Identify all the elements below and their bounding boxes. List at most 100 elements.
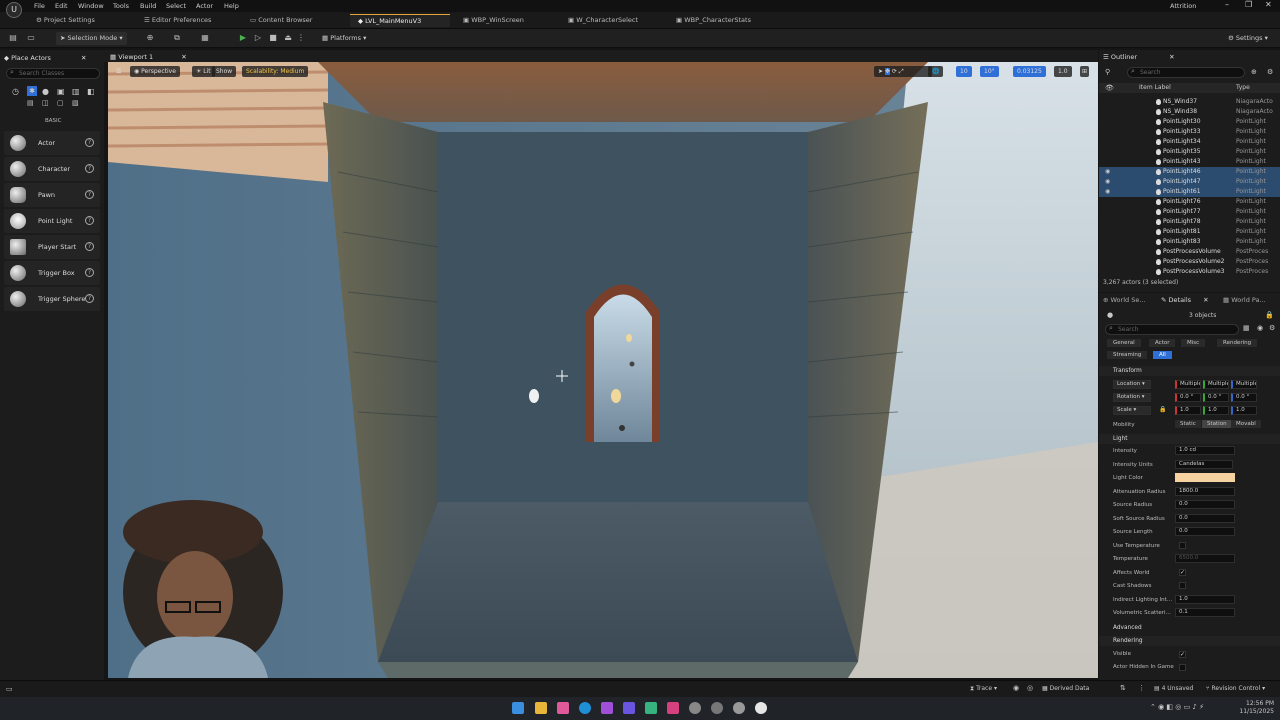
help-icon[interactable]: ? [85, 294, 94, 303]
settings-gear-icon[interactable]: ⚙ [1267, 68, 1273, 76]
help-icon[interactable]: ? [85, 138, 94, 147]
rotation-y[interactable]: 0.0 ° [1203, 393, 1229, 402]
revision-control-button[interactable]: ⑂ Revision Control ▾ [1206, 685, 1265, 692]
menu-edit[interactable]: Edit [55, 2, 68, 10]
minimize-icon[interactable]: – [1225, 0, 1229, 9]
outliner-row[interactable]: PointLight33 PointLight [1099, 127, 1280, 137]
play-icon[interactable]: ▶ [238, 33, 248, 43]
platforms-button[interactable]: ▦ Platforms ▾ [318, 32, 370, 45]
eye-icon[interactable]: ◉ [1257, 324, 1263, 332]
location-y[interactable]: Multiple [1203, 380, 1229, 389]
app-icon[interactable] [733, 702, 745, 714]
scalability-button[interactable]: Scalability: Medium [242, 66, 309, 77]
add-actor-icon[interactable]: ⊕ [145, 33, 155, 43]
light-color-swatch[interactable] [1175, 473, 1235, 482]
property-value[interactable]: 6500.0 [1175, 554, 1235, 563]
property-value[interactable]: 0.0 [1175, 527, 1235, 536]
filter-icon[interactable]: ⚲ [1105, 68, 1110, 76]
level-viewport[interactable]: ☰ ◉ Perspective ☀ Lit Show Scalability: … [108, 62, 1098, 678]
blueprint-icon[interactable]: ⧉ [172, 33, 182, 43]
mobility-static[interactable]: Static [1175, 420, 1201, 428]
stop-icon[interactable]: ■ [268, 33, 278, 43]
property-checkbox[interactable] [1179, 582, 1186, 589]
basic-icon[interactable]: ✱ [27, 86, 37, 96]
filter-misc[interactable]: Misc [1181, 339, 1206, 347]
cinematic-icon[interactable]: ▣ [57, 87, 65, 96]
unreal-engine-icon[interactable] [755, 702, 767, 714]
tab-level[interactable]: ◆ LVL_MainMenuV3 [350, 14, 450, 27]
property-checkbox[interactable] [1179, 541, 1186, 549]
selection-mode-button[interactable]: ➤ Selection Mode ▾ [56, 32, 127, 45]
visible-checkbox[interactable]: ✓ [1179, 651, 1186, 658]
help-icon[interactable]: ? [85, 216, 94, 225]
place-player-start-item[interactable]: Player Start? [4, 235, 100, 259]
menu-build[interactable]: Build [140, 2, 156, 10]
source-control-icon[interactable]: ⇅ [1120, 684, 1126, 692]
show-button[interactable]: Show [212, 66, 237, 77]
close-icon[interactable]: ✕ [1265, 0, 1272, 9]
outliner-row[interactable]: NS_Wind38 NiagaraActo [1099, 107, 1280, 117]
close-icon[interactable]: ✕ [81, 54, 86, 62]
outliner-row[interactable]: PointLight83 PointLight [1099, 237, 1280, 247]
place-character-item[interactable]: Character? [4, 157, 100, 181]
file-explorer-icon[interactable] [535, 702, 547, 714]
unsaved-button[interactable]: ▤ 4 Unsaved [1154, 685, 1193, 692]
tab-w-characterselect[interactable]: ▣ W_CharacterSelect [560, 14, 646, 27]
outliner-row[interactable]: PointLight43 PointLight [1099, 157, 1280, 167]
volumes-icon[interactable]: ▤ [27, 99, 34, 107]
recent-icon[interactable]: ◷ [12, 87, 19, 96]
outliner-row[interactable]: ◉ PointLight47 PointLight [1099, 177, 1280, 187]
place-point-light-item[interactable]: Point Light? [4, 209, 100, 233]
rotation-dropdown[interactable]: Rotation ▾ [1113, 393, 1151, 402]
tab-wbp-characterstats[interactable]: ▣ WBP_CharacterStats [668, 14, 759, 27]
more-options-icon[interactable]: ⋮ [296, 33, 306, 43]
app-icon[interactable] [711, 702, 723, 714]
place-pawn-item[interactable]: Pawn? [4, 183, 100, 207]
clock-time[interactable]: 12:56 PM [1238, 700, 1274, 707]
place-actor-item[interactable]: Actor? [4, 131, 100, 155]
shapes-icon[interactable]: ◫ [42, 99, 49, 107]
scale-x[interactable]: 1.0 [1175, 406, 1201, 415]
column-type[interactable]: Type [1236, 84, 1250, 91]
camera-speed-button[interactable]: 1.0 [1054, 66, 1072, 77]
app-icon[interactable] [667, 702, 679, 714]
property-value[interactable]: 1.0 [1175, 594, 1235, 604]
outliner-row[interactable]: ◉ PointLight61 PointLight [1099, 187, 1280, 197]
property-value[interactable]: 0.1 [1175, 608, 1235, 617]
outliner-row[interactable]: PointLight76 PointLight [1099, 197, 1280, 207]
maximize-icon[interactable]: ❐ [1245, 0, 1252, 9]
tray-icons[interactable]: ⌃ ◉ ◧ ◎ ▭ ♪ ⚡ [1150, 703, 1204, 711]
section-rendering[interactable]: Rendering [1099, 636, 1280, 646]
clock-date[interactable]: 11/15/2025 [1238, 708, 1274, 715]
location-x[interactable]: Multiple [1175, 380, 1201, 389]
tab-details[interactable]: ✎ Details ✕ [1161, 294, 1209, 306]
menu-tools[interactable]: Tools [113, 2, 129, 10]
filter-all[interactable]: All [1153, 351, 1172, 359]
mobility-stationary[interactable]: Station [1202, 420, 1232, 428]
content-drawer-icon[interactable]: ▭ [6, 685, 13, 693]
help-icon[interactable]: ? [85, 268, 94, 277]
property-value[interactable]: 1.0 cd [1175, 446, 1235, 455]
geometry-icon[interactable]: ◧ [87, 87, 95, 96]
property-checkbox[interactable]: ✓ [1179, 568, 1186, 576]
visibility-icon[interactable]: ◉ [1105, 167, 1110, 177]
outliner-row[interactable]: PostProcessVolume PostProces [1099, 247, 1280, 257]
scale-lock-icon[interactable]: 🔒 [1159, 406, 1166, 413]
eject-icon[interactable]: ⏏ [283, 33, 293, 43]
add-icon[interactable]: ⊕ [1251, 68, 1257, 76]
outliner-row[interactable]: PointLight30 PointLight [1099, 117, 1280, 127]
outliner-tab[interactable]: ☰ Outliner ✕ [1103, 51, 1175, 63]
visibility-icon[interactable]: ◉ [1105, 177, 1110, 187]
media-icon[interactable] [557, 702, 569, 714]
help-icon[interactable]: ? [85, 242, 94, 251]
details-search[interactable]: Search [1105, 324, 1239, 335]
maximize-viewport-icon[interactable]: ⊞ [1080, 66, 1090, 77]
viewport-options-icon[interactable]: ☰ [112, 66, 125, 77]
perspective-button[interactable]: ◉ Perspective [130, 66, 180, 77]
tab-content-browser[interactable]: ▭ Content Browser [242, 14, 320, 27]
save-icon[interactable]: ▤ [8, 33, 18, 43]
scale-y[interactable]: 1.0 [1203, 406, 1229, 415]
outliner-row[interactable]: PointLight78 PointLight [1099, 217, 1280, 227]
section-light[interactable]: Light [1099, 434, 1280, 444]
visual-effects-icon[interactable]: ▥ [72, 87, 80, 96]
